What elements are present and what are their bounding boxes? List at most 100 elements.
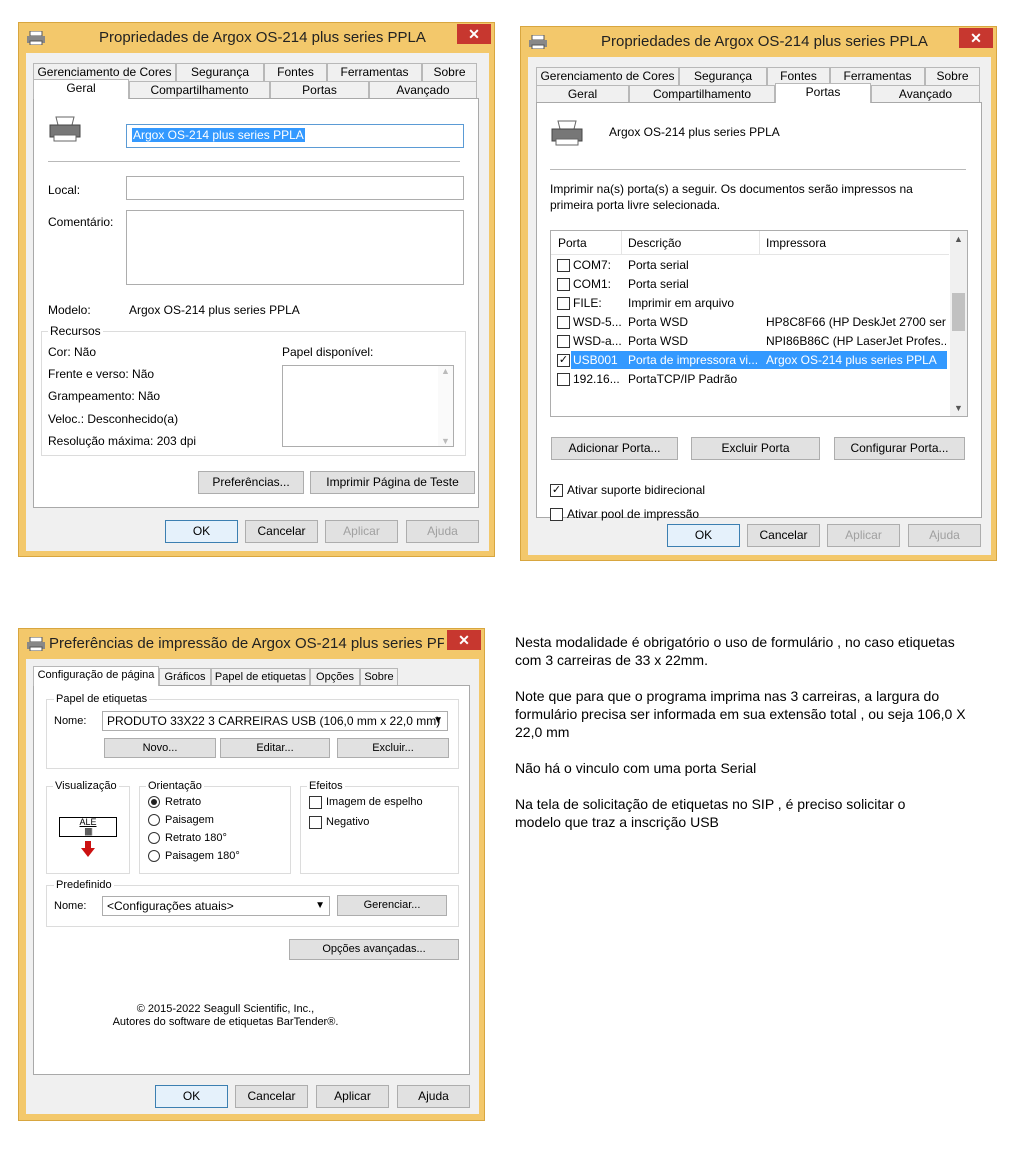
tab-ports[interactable]: Portas bbox=[775, 83, 871, 103]
orientation-portrait-180-radio[interactable] bbox=[148, 832, 160, 844]
preset-select[interactable]: <Configurações atuais> ▼ bbox=[102, 896, 330, 916]
manage-button[interactable]: Gerenciar... bbox=[337, 895, 447, 916]
model-label: Modelo: bbox=[48, 303, 91, 317]
port-checkbox[interactable] bbox=[557, 335, 570, 348]
scrollbar[interactable]: ▲ ▼ bbox=[438, 366, 453, 446]
cancel-button[interactable]: Cancelar bbox=[245, 520, 318, 543]
print-test-page-button[interactable]: Imprimir Página de Teste bbox=[310, 471, 475, 494]
ok-button[interactable]: OK bbox=[155, 1085, 228, 1108]
tab-general[interactable]: Geral bbox=[33, 79, 129, 99]
help-button[interactable]: Ajuda bbox=[397, 1085, 470, 1108]
cancel-button[interactable]: Cancelar bbox=[747, 524, 820, 547]
orientation-landscape-radio[interactable] bbox=[148, 814, 160, 826]
new-stock-button[interactable]: Novo... bbox=[104, 738, 216, 758]
column-port[interactable]: Porta bbox=[558, 236, 587, 250]
cancel-button[interactable]: Cancelar bbox=[235, 1085, 308, 1108]
tab-security[interactable]: Segurança bbox=[176, 63, 264, 81]
mirror-image-checkbox[interactable] bbox=[309, 796, 322, 809]
port-checkbox[interactable] bbox=[557, 316, 570, 329]
tab-sharing[interactable]: Compartilhamento bbox=[129, 81, 270, 99]
stock-select[interactable]: PRODUTO 33X22 3 CARREIRAS USB (106,0 mm … bbox=[102, 711, 448, 731]
delete-port-button[interactable]: Excluir Porta bbox=[691, 437, 820, 460]
tab-about[interactable]: Sobre bbox=[422, 63, 477, 81]
title-bar[interactable]: Propriedades de Argox OS-214 plus series… bbox=[19, 23, 494, 53]
help-button[interactable]: Ajuda bbox=[908, 524, 981, 547]
bidirectional-checkbox[interactable]: ✓ bbox=[550, 484, 563, 497]
tab-color-management[interactable]: Gerenciamento de Cores bbox=[536, 67, 679, 85]
column-description[interactable]: Descrição bbox=[628, 236, 681, 250]
tab-fonts[interactable]: Fontes bbox=[264, 63, 327, 81]
negative-checkbox[interactable] bbox=[309, 816, 322, 829]
tab-options[interactable]: Opções bbox=[310, 668, 360, 686]
chevron-up-icon[interactable]: ▲ bbox=[438, 366, 453, 376]
close-icon[interactable]: ✕ bbox=[447, 630, 481, 650]
tab-stock[interactable]: Papel de etiquetas bbox=[211, 668, 310, 686]
orientation-landscape-180-radio[interactable] bbox=[148, 850, 160, 862]
chevron-down-icon[interactable]: ▼ bbox=[433, 712, 443, 730]
scrollbar[interactable]: ▲ ▼ bbox=[950, 231, 967, 416]
port-checkbox[interactable]: ✓ bbox=[557, 354, 570, 367]
tab-page-setup[interactable]: Configuração de página bbox=[33, 666, 159, 686]
help-button[interactable]: Ajuda bbox=[406, 520, 479, 543]
apply-button[interactable]: Aplicar bbox=[325, 520, 398, 543]
column-printer[interactable]: Impressora bbox=[766, 236, 826, 250]
apply-button[interactable]: Aplicar bbox=[316, 1085, 389, 1108]
ok-button[interactable]: OK bbox=[165, 520, 238, 543]
delete-stock-button[interactable]: Excluir... bbox=[337, 738, 449, 758]
table-row[interactable]: COM1: Porta serial bbox=[551, 275, 949, 294]
paper-available-list[interactable]: ▲ ▼ bbox=[282, 365, 454, 447]
preferences-button[interactable]: Preferências... bbox=[198, 471, 304, 494]
table-row[interactable]: COM7: Porta serial bbox=[551, 256, 949, 275]
chevron-down-icon[interactable]: ▼ bbox=[950, 403, 967, 413]
configure-port-button[interactable]: Configurar Porta... bbox=[834, 437, 965, 460]
chevron-down-icon[interactable]: ▼ bbox=[315, 897, 325, 915]
chevron-up-icon[interactable]: ▲ bbox=[950, 231, 967, 244]
tab-panel-general: Argox OS-214 plus series PPLA Local: Com… bbox=[33, 98, 479, 508]
printing-preferences-window: Preferências de impressão de Argox OS-21… bbox=[18, 628, 485, 1121]
port-checkbox[interactable] bbox=[557, 259, 570, 272]
ok-button[interactable]: OK bbox=[667, 524, 740, 547]
feed-direction-arrow-icon bbox=[81, 841, 95, 857]
apply-button[interactable]: Aplicar bbox=[827, 524, 900, 547]
port-cell-port: WSD-a... bbox=[573, 334, 622, 348]
port-checkbox[interactable] bbox=[557, 373, 570, 386]
close-icon[interactable]: ✕ bbox=[457, 24, 491, 44]
port-checkbox[interactable] bbox=[557, 278, 570, 291]
stock-group-label: Papel de etiquetas bbox=[54, 693, 150, 705]
title-bar[interactable]: Preferências de impressão de Argox OS-21… bbox=[19, 629, 484, 659]
orientation-portrait-radio[interactable] bbox=[148, 796, 160, 808]
tab-graphics[interactable]: Gráficos bbox=[159, 668, 211, 686]
tab-general[interactable]: Geral bbox=[536, 85, 629, 103]
location-field[interactable] bbox=[126, 176, 464, 200]
location-label: Local: bbox=[48, 183, 81, 197]
tab-about[interactable]: Sobre bbox=[925, 67, 980, 85]
tab-advanced[interactable]: Avançado bbox=[369, 81, 477, 99]
title-bar[interactable]: Propriedades de Argox OS-214 plus series… bbox=[521, 27, 996, 57]
tab-ports[interactable]: Portas bbox=[270, 81, 369, 99]
table-row[interactable]: WSD-5... Porta WSD HP8C8F66 (HP DeskJet 27… bbox=[551, 313, 949, 332]
advanced-options-button[interactable]: Opções avançadas... bbox=[289, 939, 459, 960]
tab-sharing[interactable]: Compartilhamento bbox=[629, 85, 775, 103]
comment-label: Comentário: bbox=[48, 215, 114, 229]
printer-name-field[interactable]: Argox OS-214 plus series PPLA bbox=[126, 124, 464, 148]
chevron-down-icon[interactable]: ▼ bbox=[438, 436, 453, 446]
close-icon[interactable]: ✕ bbox=[959, 28, 993, 48]
comment-field[interactable] bbox=[126, 210, 464, 285]
ports-list[interactable]: Porta Descrição Impressora COM7: Porta se… bbox=[550, 230, 968, 417]
port-checkbox[interactable] bbox=[557, 297, 570, 310]
tab-advanced[interactable]: Avançado bbox=[871, 85, 980, 103]
table-row[interactable]: ✓ USB001 Porta de impressora vi... Argox OS… bbox=[551, 351, 949, 370]
port-cell-desc: Imprimir em arquivo bbox=[628, 296, 735, 310]
tab-tools[interactable]: Ferramentas bbox=[327, 63, 422, 81]
edit-stock-button[interactable]: Editar... bbox=[220, 738, 330, 758]
effects-group-label: Efeitos bbox=[307, 780, 345, 792]
add-port-button[interactable]: Adicionar Porta... bbox=[551, 437, 678, 460]
stock-group bbox=[46, 699, 459, 769]
pool-checkbox[interactable] bbox=[550, 508, 563, 521]
table-row[interactable]: FILE: Imprimir em arquivo bbox=[551, 294, 949, 313]
tab-about[interactable]: Sobre bbox=[360, 668, 398, 686]
table-row[interactable]: 192.16... PortaTCP/IP Padrão bbox=[551, 370, 949, 389]
table-row[interactable]: WSD-a... Porta WSD NPI86B86C (HP LaserJet … bbox=[551, 332, 949, 351]
scrollbar-thumb[interactable] bbox=[952, 293, 965, 331]
tab-security[interactable]: Segurança bbox=[679, 67, 767, 85]
